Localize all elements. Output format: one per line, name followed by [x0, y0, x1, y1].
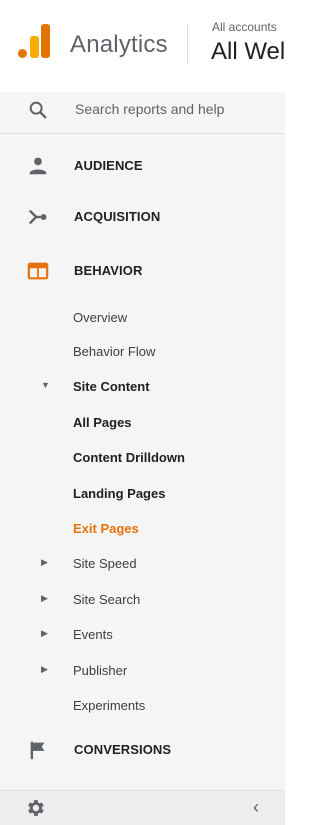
nav-item-events[interactable]: ▶ Events — [0, 620, 285, 650]
account-selector-label[interactable]: All accounts — [212, 20, 277, 34]
analytics-logo[interactable] — [18, 24, 50, 58]
nav-item-label: Events — [73, 627, 113, 642]
logo-dot — [18, 49, 27, 58]
sidebar-nav: Search reports and help AUDIENCE ACQUISI… — [0, 92, 285, 790]
search-label: Search reports and help — [75, 101, 225, 117]
person-icon — [29, 157, 47, 175]
gear-icon[interactable] — [24, 797, 46, 819]
logo-bar-tall — [41, 24, 50, 58]
acquisition-icon — [28, 209, 47, 225]
sidebar-item-label: BEHAVIOR — [74, 263, 143, 278]
nav-item-site-search[interactable]: ▶ Site Search — [0, 585, 285, 615]
nav-item-all-pages[interactable]: All Pages — [0, 408, 285, 438]
sidebar-item-label: AUDIENCE — [74, 158, 143, 173]
expand-right-icon[interactable]: ▶ — [41, 664, 48, 675]
flag-icon — [30, 741, 45, 760]
header: Analytics All accounts All Wel — [0, 0, 285, 92]
collapse-sidebar-icon[interactable]: ‹ — [253, 797, 259, 818]
nav-item-site-content[interactable]: ▼ Site Content — [0, 372, 285, 402]
nav-item-exit-pages[interactable]: Exit Pages — [0, 514, 285, 544]
logo-bar-mid — [30, 36, 39, 58]
nav-item-site-speed[interactable]: ▶ Site Speed — [0, 549, 285, 579]
expand-right-icon[interactable]: ▶ — [41, 557, 48, 568]
account-selector-name[interactable]: All Wel — [211, 38, 285, 66]
nav-item-experiments[interactable]: Experiments — [0, 691, 285, 721]
search-divider — [0, 133, 285, 134]
header-divider — [187, 24, 188, 64]
nav-item-label: Site Speed — [73, 556, 137, 571]
nav-item-content-drilldown[interactable]: Content Drilldown — [0, 443, 285, 473]
expand-right-icon[interactable]: ▶ — [41, 593, 48, 604]
expand-down-icon[interactable]: ▼ — [41, 380, 50, 390]
search-reports[interactable]: Search reports and help — [0, 92, 285, 130]
behavior-icon — [27, 262, 49, 280]
nav-item-label: Publisher — [73, 663, 128, 678]
sidebar-item-behavior[interactable]: BEHAVIOR — [0, 254, 285, 288]
nav-item-publisher[interactable]: ▶ Publisher — [0, 656, 285, 686]
app-title: Analytics — [70, 31, 168, 58]
sidebar-footer: ‹ — [0, 790, 285, 825]
search-icon — [29, 101, 47, 119]
nav-item-behavior-flow[interactable]: Behavior Flow — [0, 337, 285, 367]
sidebar-item-acquisition[interactable]: ACQUISITION — [0, 200, 285, 234]
sidebar-item-audience[interactable]: AUDIENCE — [0, 149, 285, 183]
nav-item-label: Content Drilldown — [73, 450, 185, 465]
sidebar-item-label: ACQUISITION — [74, 209, 161, 224]
nav-item-landing-pages[interactable]: Landing Pages — [0, 479, 285, 509]
sidebar-item-label: CONVERSIONS — [74, 742, 172, 757]
nav-item-label: Exit Pages — [73, 521, 139, 536]
nav-item-label: Site Content — [73, 379, 150, 394]
nav-item-label: All Pages — [73, 415, 132, 430]
nav-item-label: Experiments — [73, 698, 146, 713]
nav-item-label: Landing Pages — [73, 486, 166, 501]
nav-item-label: Overview — [73, 310, 128, 325]
expand-right-icon[interactable]: ▶ — [41, 628, 48, 639]
nav-item-overview[interactable]: Overview — [0, 303, 285, 333]
sidebar-item-conversions[interactable]: CONVERSIONS — [0, 733, 285, 767]
nav-item-label: Behavior Flow — [73, 344, 156, 359]
nav-item-label: Site Search — [73, 592, 141, 607]
